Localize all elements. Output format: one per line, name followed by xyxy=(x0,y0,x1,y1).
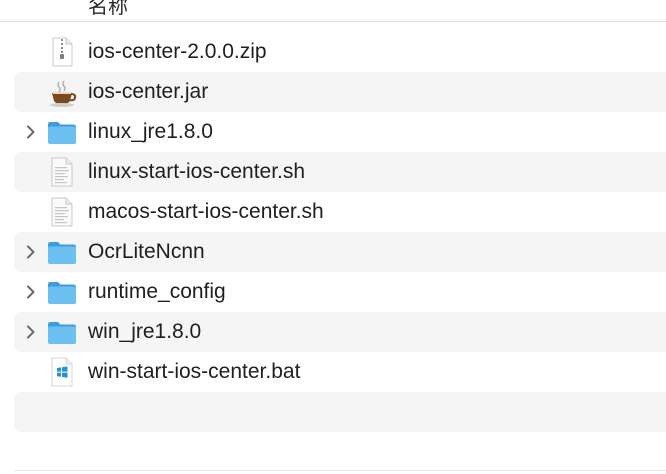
file-name: ios-center-2.0.0.zip xyxy=(88,40,267,63)
file-name: win_jre1.8.0 xyxy=(88,320,202,343)
folder-icon xyxy=(46,316,78,348)
file-name: linux-start-ios-center.sh xyxy=(88,160,306,183)
folder-icon xyxy=(46,116,78,148)
file-row[interactable]: win_jre1.8.0 xyxy=(14,312,666,352)
script-document-icon xyxy=(46,156,78,188)
file-name: OcrLiteNcnn xyxy=(88,240,205,263)
name-column-header[interactable]: 名称 xyxy=(88,0,128,19)
chevron-right-icon[interactable] xyxy=(22,283,40,301)
file-row[interactable]: runtime_config xyxy=(14,272,666,312)
file-row[interactable]: ios-center.jar xyxy=(14,72,666,112)
file-row[interactable]: OcrLiteNcnn xyxy=(14,232,666,272)
empty-row xyxy=(14,392,666,432)
file-list: ios-center-2.0.0.zip ios-center.jar linux_… xyxy=(14,32,666,432)
chevron-right-icon[interactable] xyxy=(22,323,40,341)
divider xyxy=(14,470,666,471)
file-name: macos-start-ios-center.sh xyxy=(88,200,324,223)
file-name: runtime_config xyxy=(88,280,226,303)
file-row[interactable]: linux_jre1.8.0 xyxy=(14,112,666,152)
file-row[interactable]: ios-center-2.0.0.zip xyxy=(14,32,666,72)
list-header: 名称 xyxy=(0,0,666,22)
file-row[interactable]: macos-start-ios-center.sh xyxy=(14,192,666,232)
windows-document-icon xyxy=(46,356,78,388)
file-name: win-start-ios-center.bat xyxy=(88,360,301,383)
chevron-right-icon[interactable] xyxy=(22,123,40,141)
script-document-icon xyxy=(46,196,78,228)
folder-icon xyxy=(46,276,78,308)
file-row[interactable]: win-start-ios-center.bat xyxy=(14,352,666,392)
zip-archive-icon xyxy=(46,36,78,68)
file-name: linux_jre1.8.0 xyxy=(88,120,213,143)
folder-icon xyxy=(46,236,78,268)
file-row[interactable]: linux-start-ios-center.sh xyxy=(14,152,666,192)
chevron-right-icon[interactable] xyxy=(22,243,40,261)
file-name: ios-center.jar xyxy=(88,80,209,103)
java-coffee-icon xyxy=(46,76,78,108)
